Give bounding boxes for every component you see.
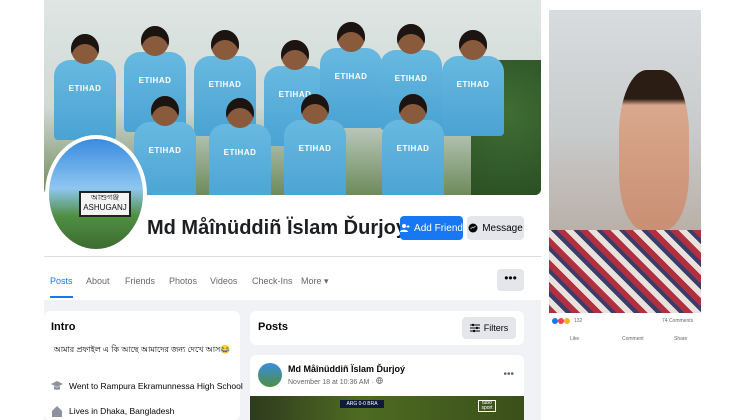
post-options-button[interactable]: •••: [503, 369, 514, 380]
tab-videos[interactable]: Videos: [210, 266, 237, 296]
post-card: Md Måînüddiñ Ïslam Ďurjoý November 18 at…: [250, 355, 524, 420]
post-author-name[interactable]: Md Måînüddiñ Ïslam Ďurjoý: [288, 364, 405, 374]
cover-player: ETIHAD: [209, 98, 271, 195]
intro-location[interactable]: Lives in Dhaka, Bangladesh: [51, 405, 174, 417]
add-friend-icon: [400, 224, 410, 232]
haha-reaction-icon: [564, 318, 570, 324]
home-icon: [52, 406, 62, 417]
share-button[interactable]: Share: [674, 336, 687, 342]
intro-location-text: Lives in Dhaka, Bangladesh: [69, 406, 175, 416]
side-photo-shirt: [549, 230, 701, 313]
like-button[interactable]: Like: [570, 336, 579, 342]
post-video[interactable]: ARG 0-0 BRA tubo sport: [250, 396, 524, 420]
globe-icon: [375, 377, 383, 384]
side-photo-post: 132 74 Comments Like Comment Share: [549, 0, 701, 350]
add-friend-label: Add Friend: [414, 222, 463, 234]
intro-school-text: Went to Rampura Ekramunnessa High School: [69, 381, 243, 391]
comment-count[interactable]: 74 Comments: [662, 318, 693, 324]
filters-icon: [469, 323, 480, 333]
avatar-sign: আশুগঞ্জ ASHUGANJ: [79, 191, 131, 217]
intro-card: Intro আমার প্রফাইল এ কি আছে আমাদের জন্য …: [44, 311, 243, 420]
post-author-avatar[interactable]: [258, 363, 282, 387]
cover-player: ETIHAD: [54, 34, 116, 140]
more-options-button[interactable]: •••: [497, 269, 524, 291]
cover-player: ETIHAD: [284, 94, 346, 195]
side-photo[interactable]: [549, 10, 701, 313]
profile-avatar[interactable]: আশুগঞ্জ ASHUGANJ: [45, 135, 147, 253]
message-label: Message: [482, 222, 523, 234]
tab-more[interactable]: More ▾: [301, 266, 329, 296]
reaction-icons[interactable]: [552, 318, 570, 326]
filters-label: Filters: [483, 323, 509, 333]
header-divider: [44, 256, 541, 257]
tab-about[interactable]: About: [86, 266, 110, 296]
profile-name: Md Måînüddiñ Ïslam Ďurjoý: [147, 217, 408, 239]
messenger-icon: [468, 223, 478, 233]
tab-photos[interactable]: Photos: [169, 266, 197, 296]
post-time-text: November 18 at 10:36 AM ·: [288, 379, 376, 386]
comment-button[interactable]: Comment: [622, 336, 644, 342]
posts-header-card: Posts Filters: [250, 311, 524, 345]
profile-page: ETIHAD ETIHAD ETIHAD ETIHAD ETIHAD ETIHA…: [44, 0, 541, 420]
cover-player: ETIHAD: [382, 94, 444, 195]
cover-player: ETIHAD: [320, 22, 382, 128]
graduation-cap-icon: [51, 381, 63, 390]
message-button[interactable]: Message: [467, 216, 524, 240]
intro-title: Intro: [51, 321, 76, 333]
filters-button[interactable]: Filters: [462, 317, 516, 339]
video-channel-logo: tubo sport: [478, 400, 496, 412]
intro-school[interactable]: Went to Rampura Ekramunnessa High School: [51, 380, 243, 392]
video-scorebar: ARG 0-0 BRA: [340, 400, 384, 408]
side-photo-person: [619, 70, 689, 230]
post-timestamp[interactable]: November 18 at 10:36 AM ·: [288, 377, 383, 386]
reaction-count[interactable]: 132: [574, 318, 582, 324]
cover-player: ETIHAD: [442, 30, 504, 136]
add-friend-button[interactable]: Add Friend: [400, 216, 463, 240]
tab-posts[interactable]: Posts: [50, 266, 73, 298]
profile-header: ETIHAD ETIHAD ETIHAD ETIHAD ETIHAD ETIHA…: [44, 0, 541, 300]
tab-friends[interactable]: Friends: [125, 266, 155, 296]
tab-check-ins[interactable]: Check-Ins: [252, 266, 293, 296]
intro-bio: আমার প্রফাইল এ কি আছে আমাদের জন্য দেখে আ…: [53, 345, 231, 354]
posts-title: Posts: [258, 321, 288, 333]
profile-tabs: Posts About Friends Photos Videos Check-…: [44, 266, 541, 298]
